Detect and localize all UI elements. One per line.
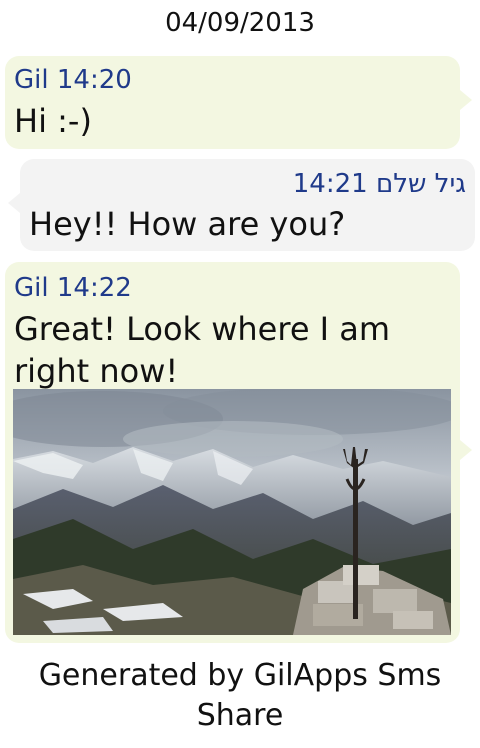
message-meta: Gil 14:20 bbox=[14, 65, 132, 95]
bubble-tail bbox=[8, 193, 20, 213]
message-text-line2: right now! bbox=[14, 352, 179, 390]
bubble-tail bbox=[460, 90, 472, 110]
message-text-line1: Great! Look where I am bbox=[14, 310, 391, 348]
message-text: Hey!! How are you? bbox=[29, 205, 346, 243]
mountain-photo-image bbox=[13, 389, 451, 635]
message-bubble-outgoing[interactable]: Gil 14:20 Hi :-) bbox=[5, 56, 460, 149]
footer-text: Generated by GilApps Sms Share bbox=[0, 656, 480, 736]
footer-line1: Generated by GilApps Sms bbox=[38, 658, 442, 693]
message-time: 14:20 bbox=[56, 65, 132, 95]
message-bubble-incoming[interactable]: גיל שלם 14:21 Hey!! How are you? bbox=[20, 159, 475, 251]
message-text: Hi :-) bbox=[14, 102, 92, 140]
message-meta: גיל שלם 14:21 bbox=[293, 169, 466, 199]
date-header: 04/09/2013 bbox=[165, 8, 315, 38]
footer-line2: Share bbox=[196, 698, 284, 733]
sender-name: Gil bbox=[14, 65, 49, 95]
sender-name: גיל שלם bbox=[375, 169, 466, 199]
message-meta: Gil 14:22 bbox=[14, 273, 132, 303]
attached-photo[interactable] bbox=[13, 389, 451, 635]
bubble-tail bbox=[460, 440, 472, 460]
message-time: 14:22 bbox=[56, 273, 132, 303]
message-time: 14:21 bbox=[292, 169, 368, 199]
sender-name: Gil bbox=[14, 273, 49, 303]
